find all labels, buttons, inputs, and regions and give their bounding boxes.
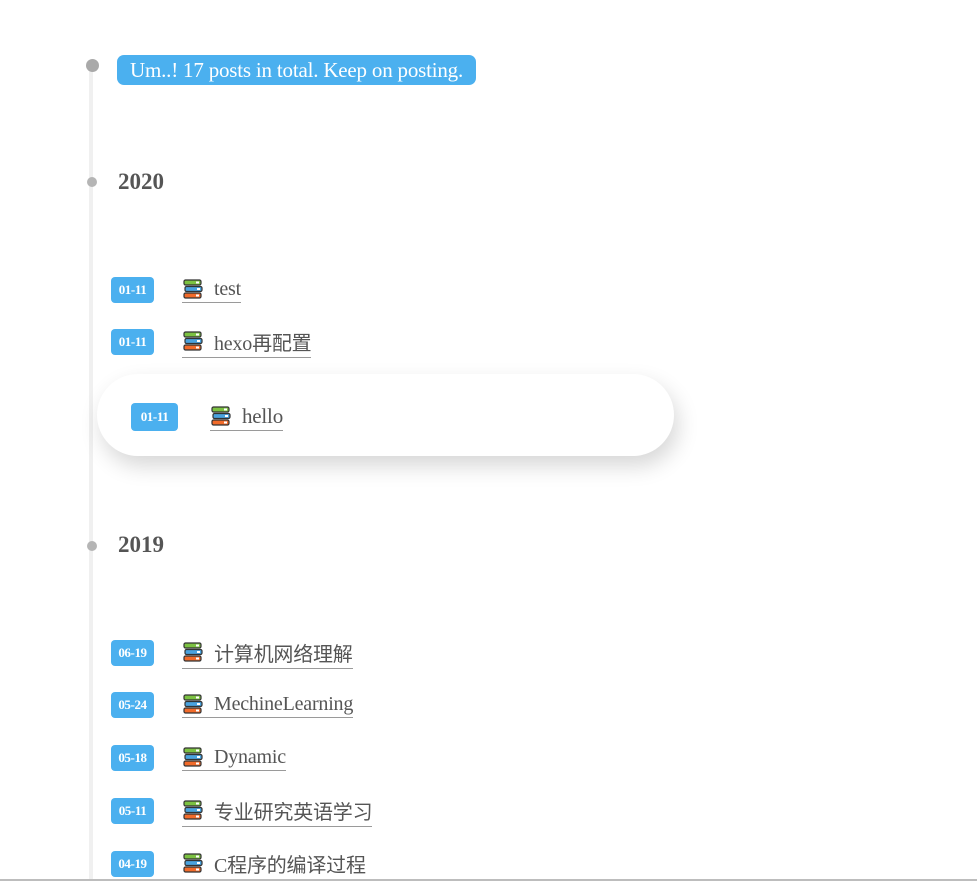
post-title: 专业研究英语学习 xyxy=(214,801,373,824)
archive-post-item: 06-19 计算机网络理解 xyxy=(111,638,353,669)
post-title: hexo再配置 xyxy=(214,332,312,355)
timeline-line xyxy=(89,66,93,881)
post-title: Dynamic xyxy=(214,745,286,768)
year-heading: 2019 xyxy=(118,532,164,557)
archive-post-item: 01-11 hexo再配置 xyxy=(111,327,312,358)
post-title: hello xyxy=(242,403,283,428)
archive-post-item: 05-24 MechineLearning xyxy=(111,692,353,718)
post-date-badge: 01-11 xyxy=(131,403,178,431)
timeline-dot xyxy=(87,177,97,187)
books-icon xyxy=(182,853,204,873)
archive-page: Um..! 17 posts in total. Keep on posting… xyxy=(0,0,977,881)
post-title: test xyxy=(214,277,241,300)
post-title: MechineLearning xyxy=(214,692,354,715)
books-icon xyxy=(182,279,204,299)
timeline-dot xyxy=(86,59,99,72)
post-date-badge: 05-11 xyxy=(111,798,154,824)
post-link[interactable]: 专业研究英语学习 xyxy=(182,796,373,827)
post-count-summary: Um..! 17 posts in total. Keep on posting… xyxy=(117,55,477,85)
books-icon xyxy=(182,331,204,351)
post-date-badge: 01-11 xyxy=(111,277,154,303)
post-link[interactable]: hexo再配置 xyxy=(182,327,312,358)
post-link[interactable]: 计算机网络理解 xyxy=(182,638,353,669)
hovered-post-card[interactable]: 01-11 hello xyxy=(97,374,674,456)
books-icon xyxy=(182,747,204,767)
post-link[interactable]: hello xyxy=(210,404,283,431)
books-icon xyxy=(182,642,204,662)
archive-post-item: 01-11 test xyxy=(111,277,241,303)
post-title: 计算机网络理解 xyxy=(214,643,353,666)
archive-post-item: 05-18 Dynamic xyxy=(111,745,286,771)
archive-post-item: 05-11 专业研究英语学习 xyxy=(111,796,373,827)
books-icon xyxy=(182,694,204,714)
archive-post-item: 04-19 C程序的编译过程 xyxy=(111,849,366,880)
timeline-dot xyxy=(87,541,97,551)
year-heading: 2020 xyxy=(118,169,164,194)
post-date-badge: 04-19 xyxy=(111,851,154,877)
post-date-badge: 05-18 xyxy=(111,745,154,771)
post-title: C程序的编译过程 xyxy=(214,854,366,877)
post-date-badge: 01-11 xyxy=(111,329,154,355)
post-link[interactable]: C程序的编译过程 xyxy=(182,849,366,880)
books-icon xyxy=(210,406,232,426)
post-date-badge: 05-24 xyxy=(111,692,154,718)
post-link[interactable]: test xyxy=(182,278,241,303)
post-date-badge: 06-19 xyxy=(111,640,154,666)
archive-post-item: 01-11 hello xyxy=(131,403,283,431)
post-link[interactable]: Dynamic xyxy=(182,746,286,771)
post-link[interactable]: MechineLearning xyxy=(182,693,353,718)
books-icon xyxy=(182,800,204,820)
